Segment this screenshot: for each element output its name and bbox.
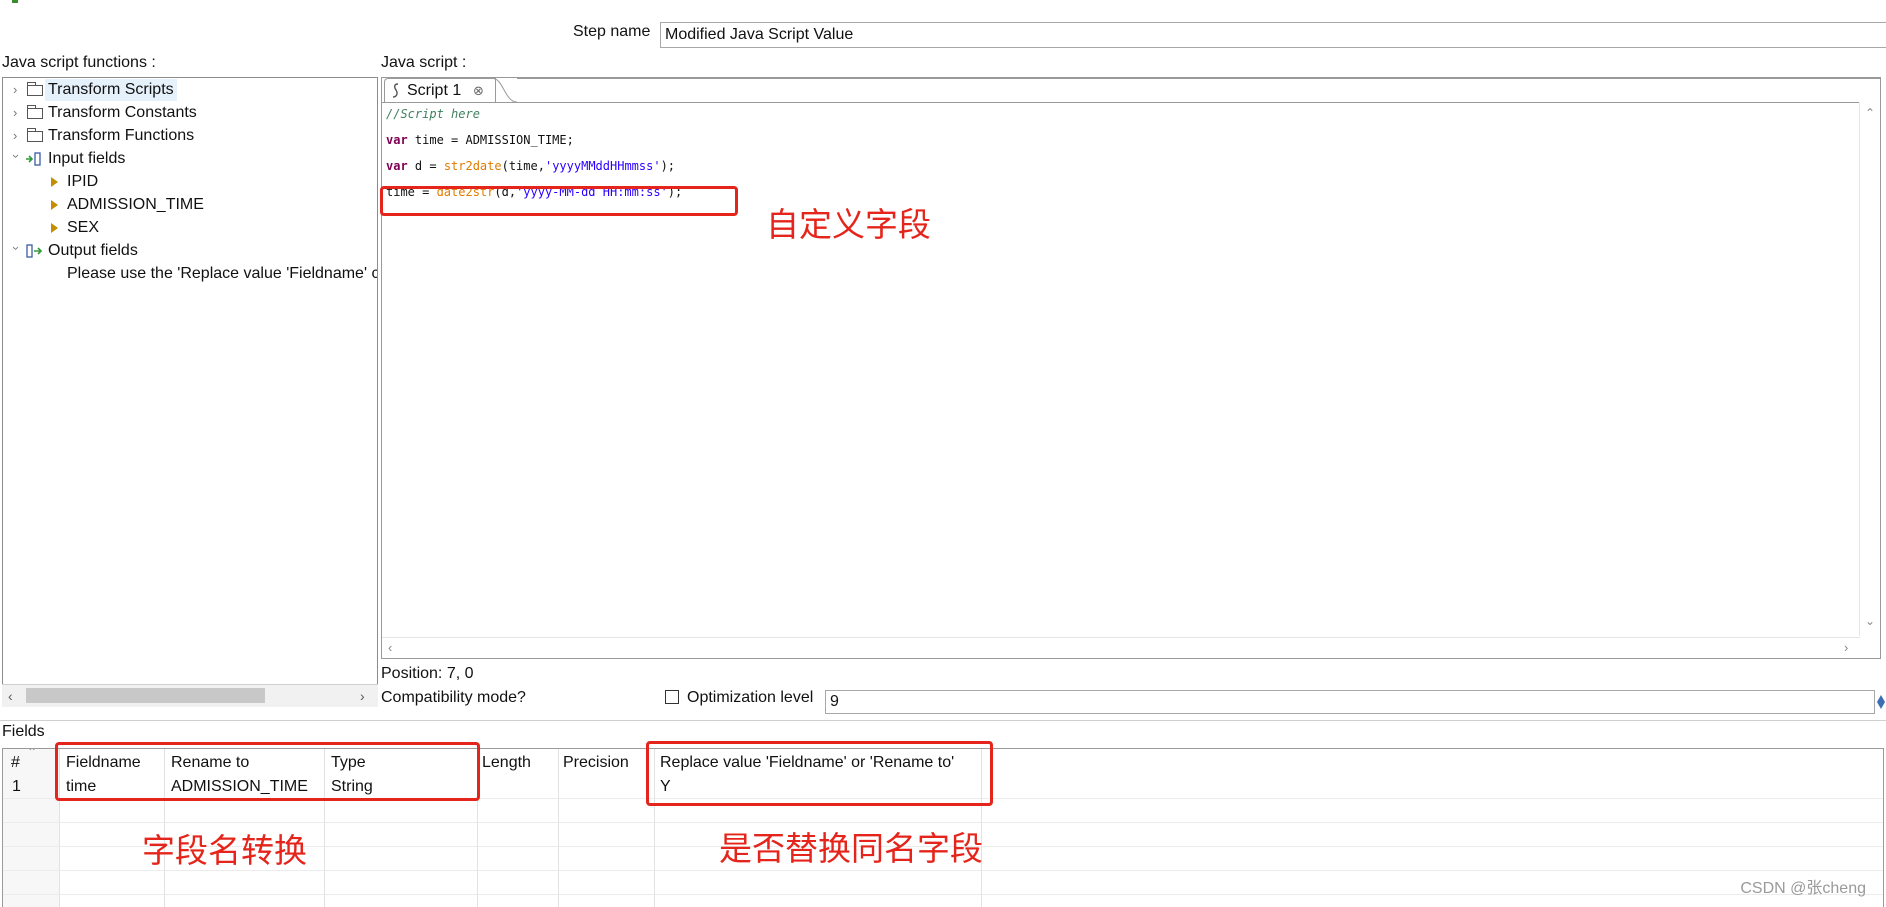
scroll-left-icon[interactable]: ‹ [388, 640, 392, 655]
tree-item-output-fields[interactable]: › Output fields [3, 240, 373, 262]
step-name-input[interactable]: Modified Java Script Value [660, 22, 1886, 48]
close-icon[interactable]: ⊗ [473, 79, 484, 103]
compatibility-checkbox[interactable] [665, 690, 679, 704]
col-header-precision[interactable]: Precision [563, 749, 629, 775]
title-fragment [0, 0, 140, 6]
compatibility-label: Compatibility mode? [381, 689, 526, 706]
code-string: 'yyyyMMddHHmmss' [544, 159, 661, 173]
keyword-var: var [386, 159, 408, 173]
step-name-label: Step name [573, 23, 651, 40]
annotation-box-replace [646, 741, 993, 806]
field-arrow-icon [51, 223, 58, 233]
fields-label: Fields [2, 723, 45, 740]
editor-hscrollbar[interactable]: ‹ › [382, 637, 1860, 658]
cell-row-number: 1 [12, 778, 21, 795]
tree-item-transform-constants[interactable]: › Transform Constants [3, 102, 373, 124]
folder-icon [27, 128, 43, 142]
scroll-right-icon[interactable]: › [360, 685, 365, 707]
folder-icon [27, 105, 43, 119]
tree-item-label: Transform Functions [48, 127, 195, 144]
tab-label: Script 1 [407, 82, 462, 99]
annotation-box-field-rename [55, 742, 480, 801]
code-function: str2date [443, 159, 502, 173]
code-text: (time, [501, 159, 545, 173]
code-text: d = [407, 159, 444, 173]
tree-item-field-ipid[interactable]: IPID [3, 171, 373, 193]
col-header-number[interactable]: # [11, 749, 20, 775]
tree-item-label: ADMISSION_TIME [67, 196, 204, 213]
code-line-comment: //Script here [386, 107, 480, 121]
tree-item-field-sex[interactable]: SEX [3, 217, 373, 239]
tree-item-transform-functions[interactable]: › Transform Functions [3, 125, 373, 147]
output-fields-icon [26, 244, 43, 258]
tree-item-label: Transform Scripts [45, 79, 177, 101]
chevron-right-icon[interactable]: › [13, 102, 23, 124]
scroll-thumb[interactable] [26, 688, 265, 703]
optimization-input[interactable]: 9 [825, 690, 1875, 714]
tree-item-transform-scripts[interactable]: › Transform Scripts [3, 79, 373, 101]
tab-script-1[interactable]: Script 1 ⊗ [384, 78, 496, 103]
editor-vscrollbar[interactable]: ⌃ ⌄ [1859, 102, 1880, 636]
chevron-down-icon[interactable]: › [5, 154, 27, 164]
scroll-up-icon[interactable]: ⌃ [1865, 106, 1875, 120]
code-area[interactable]: //Script here var time = ADMISSION_TIME;… [382, 102, 1860, 632]
chevron-right-icon[interactable]: › [13, 79, 23, 101]
input-fields-icon [26, 152, 41, 166]
script-panel-label: Java script : [381, 54, 467, 71]
col-header-length[interactable]: Length [482, 749, 531, 775]
functions-panel-label: Java script functions : [2, 54, 156, 71]
tree-item-field-admission-time[interactable]: ADMISSION_TIME [3, 194, 373, 216]
variable-icon[interactable] [1876, 693, 1886, 711]
folder-icon [27, 82, 43, 96]
code-text: ); [660, 159, 676, 173]
tree-item-input-fields[interactable]: › Input fields [3, 148, 373, 170]
scroll-right-icon[interactable]: › [1844, 640, 1848, 655]
field-arrow-icon [51, 200, 58, 210]
cursor-position: Position: 7, 0 [381, 665, 474, 682]
divider [0, 720, 1886, 721]
script-editor[interactable]: Script 1 ⊗ //Script here var time = ADMI… [381, 77, 1881, 659]
scroll-left-icon[interactable]: ‹ [8, 685, 13, 707]
annotation-box-custom-field [380, 186, 738, 216]
field-arrow-icon [51, 177, 58, 187]
chevron-down-icon[interactable]: › [5, 246, 27, 256]
annotation-custom-field: 自定义字段 [766, 205, 931, 244]
script-icon [392, 83, 399, 98]
code-text: time = ADMISSION_TIME; [407, 133, 574, 147]
tree-item-label: SEX [67, 219, 100, 236]
output-hint-text: Please use the 'Replace value 'Fieldname… [67, 265, 378, 282]
sort-up-icon[interactable]: ⌃ [27, 749, 37, 759]
scroll-down-icon[interactable]: ⌄ [1865, 614, 1875, 628]
watermark: CSDN @张cheng [1740, 880, 1866, 897]
chevron-right-icon[interactable]: › [13, 125, 23, 147]
functions-tree[interactable]: › Transform Scripts › Transform Constant… [2, 77, 378, 706]
annotation-field-rename: 字段名转换 [142, 831, 307, 870]
app-icon [12, 0, 18, 3]
tree-item-output-hint: Please use the 'Replace value 'Fieldname… [3, 263, 378, 285]
keyword-var: var [386, 133, 408, 147]
code-line-3: var d = str2date(time,'yyyyMMddHHmmss'); [386, 159, 675, 173]
tree-item-label: IPID [67, 173, 99, 190]
optimization-label: Optimization level [687, 689, 814, 706]
tab-edge [493, 78, 517, 102]
tree-item-label: Transform Constants [48, 104, 197, 121]
code-line-2: var time = ADMISSION_TIME; [386, 133, 574, 147]
tree-item-label: Output fields [48, 242, 138, 259]
tree-item-label: Input fields [48, 150, 126, 167]
functions-tree-hscrollbar[interactable]: ‹ › [2, 684, 378, 707]
annotation-replace-same-name: 是否替换同名字段 [719, 829, 983, 868]
